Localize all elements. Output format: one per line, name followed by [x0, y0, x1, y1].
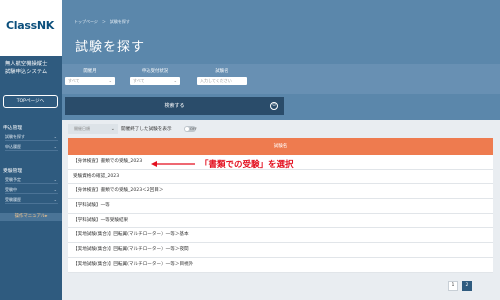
list-item[interactable]: 【実地試験(集合)】回転翼(マルチローター）一等＞夜間 — [68, 243, 493, 258]
chevron-down-icon: ⌄ — [173, 78, 177, 83]
list-item[interactable]: 【身体検査】書類での受験_2023＜2回目＞ — [68, 184, 493, 200]
show-ended-label: 開催終了した試験を表示 — [121, 127, 172, 132]
list-item[interactable]: 【学科試験】一等受験結果 — [68, 213, 493, 229]
sidebar-item-label: 試験を探す — [5, 134, 25, 139]
system-title-line2: 試験申込システム — [5, 69, 48, 75]
exam-name-input[interactable]: 入力してください — [197, 77, 247, 85]
status-select[interactable]: すべて ⌄ — [130, 77, 180, 85]
list-item[interactable]: 【学科試験】一等 — [68, 199, 493, 214]
toggle-state-label: OFF — [190, 126, 197, 131]
chevron-down-icon: ⌄ — [53, 134, 57, 139]
page-button-2[interactable]: 2 — [462, 281, 472, 291]
sidebar-item-label: 受験履歴 — [5, 197, 21, 202]
filter-status-label: 申込受付状況 — [141, 69, 169, 74]
exam-name-placeholder: 入力してください — [200, 78, 232, 83]
list-item[interactable]: 【実地試験(集合)】回転翼(マルチローター）一等＞基本 — [68, 228, 493, 244]
system-title-line1: 無人航空機操縦士 — [5, 61, 48, 67]
sidebar-item-exam-history[interactable]: 受験履歴 ⌄ — [5, 197, 58, 204]
chevron-down-icon: ⌄ — [108, 78, 112, 83]
exam-list: 【身体検査】書類での受験_2023 受験資格の確認_2023 【身体検査】書類で… — [68, 155, 493, 273]
filter-bar: 開催月 すべて ⌄ 申込受付状況 すべて ⌄ 試験名 入力してください — [62, 64, 500, 94]
filter-exam-name: 試験名 入力してください — [197, 68, 247, 85]
system-title: 無人航空機操縦士 試験申込システム — [5, 60, 61, 76]
list-controls: 開催日順 ⌄ 開催終了した試験を表示 OFF — [68, 122, 493, 136]
section-heading-application: 申込管理 — [3, 126, 23, 131]
status-select-value: すべて — [133, 78, 145, 83]
sidebar-item-label: 受験予定 — [5, 177, 21, 182]
sidebar-item-label: 申込履歴 — [5, 144, 21, 149]
chevron-down-icon: ⌄ — [53, 177, 57, 182]
classnk-logo[interactable]: ClassNK — [6, 19, 54, 32]
top-page-button[interactable]: TOPページへ — [3, 95, 58, 108]
chevron-down-icon: ⌄ — [53, 197, 57, 202]
filter-month-label: 開催月 — [83, 69, 97, 74]
logo-container: ClassNK — [0, 0, 62, 56]
search-button[interactable]: 検索する ⊙ — [65, 97, 284, 115]
chevron-down-icon: ⌄ — [53, 187, 57, 192]
table-header: 試験名 — [68, 138, 493, 155]
page-button-1[interactable]: 1 — [448, 281, 458, 291]
annotation-text: 「書類での受験」を選択 — [200, 160, 294, 170]
search-button-label: 検索する — [164, 103, 185, 109]
sort-select[interactable]: 開催日順 ⌄ — [68, 124, 118, 134]
operation-manual-button[interactable]: 操作マニュアル▸ — [0, 213, 62, 221]
list-item[interactable]: 受験資格の確認_2023 — [68, 169, 493, 185]
month-select[interactable]: すべて ⌄ — [65, 77, 115, 85]
section-heading-exam: 受験管理 — [3, 169, 23, 174]
filter-status: 申込受付状況 すべて ⌄ — [130, 68, 180, 85]
sidebar-item-scheduled[interactable]: 受験予定 ⌄ — [5, 177, 58, 184]
chevron-down-icon: ⌄ — [53, 144, 57, 149]
filter-month: 開催月 すべて ⌄ — [65, 68, 115, 85]
sidebar-item-find-exam[interactable]: 試験を探す ⌄ — [5, 134, 58, 141]
search-icon: ⊙ — [270, 102, 278, 110]
sidebar-item-in-progress[interactable]: 受験中 ⌄ — [5, 187, 58, 194]
breadcrumb[interactable]: トップページ ＞ 試験を探す — [74, 19, 130, 25]
annotation-arrow-icon — [151, 161, 195, 167]
sidebar: ClassNK 無人航空機操縦士 試験申込システム TOPページへ 申込管理 試… — [0, 0, 62, 300]
list-item[interactable]: 【実地試験(集合)】回転翼(マルチローター）一等＞目視外 — [68, 257, 493, 273]
filter-exam-name-label: 試験名 — [215, 69, 229, 74]
sort-select-value: 開催日順 — [74, 126, 90, 131]
sidebar-item-application-history[interactable]: 申込履歴 ⌄ — [5, 144, 58, 151]
sidebar-item-label: 受験中 — [5, 187, 17, 192]
month-select-value: すべて — [68, 78, 80, 83]
chevron-down-icon: ⌄ — [110, 126, 115, 132]
page-header: トップページ ＞ 試験を探す 試験を探す 開催月 すべて ⌄ 申込受付状況 すべ… — [62, 0, 500, 120]
page-title: 試験を探す — [75, 40, 146, 55]
